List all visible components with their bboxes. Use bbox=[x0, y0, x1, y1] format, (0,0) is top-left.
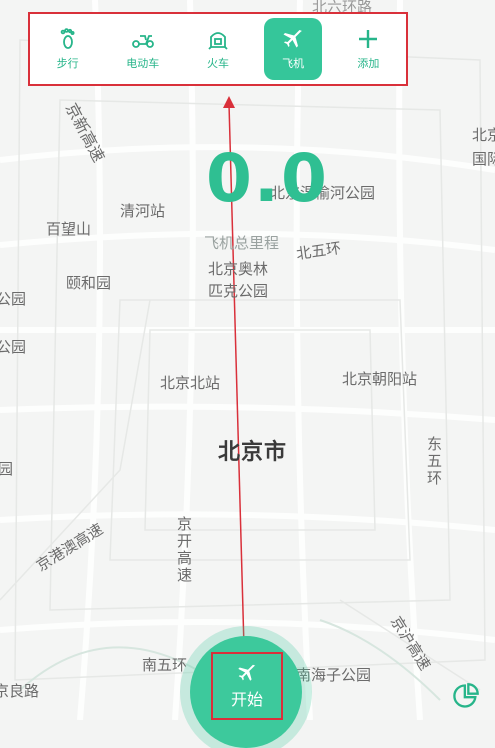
total-distance-value: 0.0 bbox=[206, 140, 329, 217]
mode-label: 火车 bbox=[206, 57, 229, 70]
map-label: 北京朝阳站 bbox=[342, 370, 418, 388]
map-label: 匹克公园 bbox=[208, 282, 269, 300]
mode-train-button[interactable]: 火车 bbox=[189, 18, 247, 80]
mode-scooter-button[interactable]: 电动车 bbox=[114, 18, 172, 80]
map-label: 京开高速 bbox=[175, 516, 193, 584]
airplane-icon bbox=[283, 30, 303, 48]
airplane-icon bbox=[238, 664, 256, 681]
map-label: 国际 bbox=[472, 150, 495, 168]
scooter-icon bbox=[131, 35, 154, 48]
map-label-city: 北京市 bbox=[218, 440, 288, 465]
statistics-pie-icon[interactable] bbox=[452, 682, 480, 710]
footprint-icon bbox=[60, 28, 75, 49]
start-button-content[interactable]: 开始 bbox=[211, 652, 283, 720]
map-label: 北京奥林 bbox=[208, 260, 269, 278]
add-mode-button[interactable]: 添加 bbox=[339, 18, 397, 80]
total-distance-label: 飞机总里程 bbox=[204, 234, 280, 252]
map-label: 东五环 bbox=[425, 436, 443, 487]
map-label: 公园 bbox=[0, 290, 27, 308]
map-label: 京良路 bbox=[0, 682, 40, 700]
plus-icon bbox=[359, 30, 378, 48]
map-label: 南五环 bbox=[142, 656, 188, 674]
map-label: 公园 bbox=[0, 338, 27, 356]
start-label: 开始 bbox=[230, 690, 263, 709]
map-label: 北京 bbox=[472, 126, 495, 144]
transport-mode-bar: 步行 电动车 火车 飞机 添加 bbox=[28, 12, 408, 86]
mode-label: 添加 bbox=[357, 57, 380, 70]
map-label: 百望山 bbox=[46, 220, 92, 238]
map-label: 清河站 bbox=[120, 202, 166, 220]
mode-label: 飞机 bbox=[282, 57, 305, 70]
map-label: 北京北站 bbox=[160, 374, 221, 392]
map-label: 颐和园 bbox=[66, 274, 112, 292]
mode-label: 电动车 bbox=[126, 57, 160, 70]
mode-label: 步行 bbox=[56, 57, 79, 70]
mode-walk-button[interactable]: 步行 bbox=[39, 18, 97, 80]
train-icon bbox=[208, 32, 228, 50]
map-label: 南海子公园 bbox=[296, 666, 372, 684]
map-label: 园 bbox=[0, 460, 14, 478]
mode-airplane-button[interactable]: 飞机 bbox=[264, 18, 323, 80]
